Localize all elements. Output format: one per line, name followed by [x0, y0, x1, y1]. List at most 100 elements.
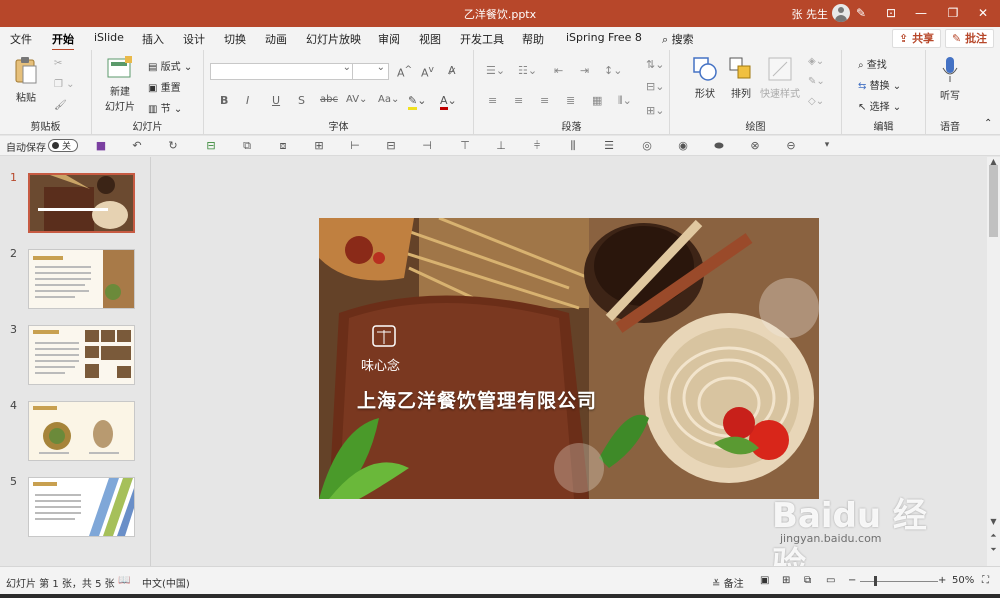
- quick-styles-button[interactable]: 快速样式: [758, 56, 802, 100]
- zoom-in-icon[interactable]: +: [938, 575, 946, 586]
- fit-slide-icon[interactable]: ⛶: [982, 575, 989, 586]
- align-bottom-icon[interactable]: ⊥: [494, 139, 508, 152]
- save-icon[interactable]: ■: [94, 139, 108, 152]
- tab-slideshow[interactable]: 幻灯片放映: [306, 31, 361, 47]
- zoom-slider-thumb[interactable]: [874, 576, 877, 586]
- reading-view-icon[interactable]: ⧉: [804, 575, 811, 586]
- restore-button[interactable]: ❐: [938, 0, 968, 27]
- normal-view-icon[interactable]: ▣: [760, 575, 769, 586]
- reset-button[interactable]: ▣ 重置: [148, 79, 181, 94]
- line-spacing-icon[interactable]: ↕⌄: [604, 64, 622, 77]
- align-middle-icon[interactable]: ⫩: [530, 139, 544, 152]
- select-button[interactable]: ↖ 选择 ⌄: [858, 98, 901, 113]
- align-right-icon[interactable]: ≡: [540, 94, 549, 107]
- numbering-icon[interactable]: ☷⌄: [518, 64, 537, 77]
- tab-review[interactable]: 审阅: [378, 31, 400, 47]
- thumbnail-item[interactable]: 4: [0, 399, 151, 465]
- font-size-combo[interactable]: [352, 62, 389, 80]
- distribute-icon[interactable]: ▦: [592, 94, 602, 107]
- distribute-vertical-icon[interactable]: ☰: [602, 139, 616, 152]
- tab-islide[interactable]: iSlide: [94, 31, 124, 44]
- increase-indent-icon[interactable]: ⇥: [580, 64, 589, 77]
- char-spacing-button[interactable]: AV⌄: [346, 94, 367, 105]
- dictate-button[interactable]: 听写: [936, 56, 964, 102]
- ribbon-display-icon[interactable]: ⊡: [876, 0, 906, 27]
- highlight-icon[interactable]: ✎⌄: [408, 94, 426, 110]
- close-button[interactable]: ✕: [968, 0, 998, 27]
- italic-button[interactable]: I: [246, 94, 249, 107]
- align-text-icon[interactable]: ⊟⌄: [646, 80, 664, 93]
- underline-button[interactable]: U: [272, 94, 280, 107]
- thumbnail-item[interactable]: 2: [0, 247, 151, 313]
- align-center-objects-icon[interactable]: ⊟: [384, 139, 398, 152]
- slide-thumbnail-5[interactable]: [28, 477, 135, 537]
- smartart-icon[interactable]: ⊞⌄: [646, 104, 664, 117]
- next-slide-icon[interactable]: ⏷: [988, 545, 999, 555]
- bullets-icon[interactable]: ☰⌄: [486, 64, 505, 77]
- ruler-icon[interactable]: ⊟: [204, 139, 218, 152]
- tab-view[interactable]: 视图: [419, 31, 441, 47]
- scroll-down-icon[interactable]: ▼: [988, 517, 999, 526]
- undo-icon[interactable]: ↶: [130, 139, 144, 152]
- group-icon[interactable]: ⧈: [276, 139, 290, 152]
- slide-thumbnail-1[interactable]: [28, 173, 135, 233]
- spellcheck-icon[interactable]: 📖: [118, 575, 130, 586]
- language-status[interactable]: 中文(中国): [142, 575, 190, 590]
- format-painter-icon[interactable]: 🖌: [54, 100, 67, 111]
- grow-font-button[interactable]: A^: [397, 64, 412, 80]
- comments-button[interactable]: ✎ 批注: [945, 29, 995, 48]
- copy-icon[interactable]: ❐ ⌄: [54, 79, 75, 90]
- arrange-button[interactable]: 排列: [726, 56, 756, 100]
- align-center-icon[interactable]: ≡: [514, 94, 523, 107]
- align-top-icon[interactable]: ⊤: [458, 139, 472, 152]
- text-direction-icon[interactable]: ⇅⌄: [646, 58, 664, 71]
- slideshow-icon[interactable]: ▭: [826, 575, 835, 586]
- shape-effects-icon[interactable]: ◇⌄: [808, 96, 824, 107]
- decrease-indent-icon[interactable]: ⇤: [554, 64, 563, 77]
- distribute-horizontal-icon[interactable]: ⫼: [566, 139, 580, 152]
- slide-thumbnail-2[interactable]: [28, 249, 135, 309]
- collapse-ribbon-icon[interactable]: ⌃: [984, 118, 992, 129]
- slide-thumbnail-4[interactable]: [28, 401, 135, 461]
- slide-thumbnail-3[interactable]: [28, 325, 135, 385]
- merge-shapes-union-icon[interactable]: ◎: [640, 139, 654, 152]
- align-right-objects-icon[interactable]: ⊣: [420, 139, 434, 152]
- tab-developer[interactable]: 开发工具: [460, 31, 504, 47]
- minimize-button[interactable]: —: [906, 0, 936, 27]
- merge-shapes-combine-icon[interactable]: ◉: [676, 139, 690, 152]
- tab-file[interactable]: 文件: [10, 31, 32, 47]
- thumbnail-item[interactable]: 3: [0, 323, 151, 389]
- tab-insert[interactable]: 插入: [142, 31, 164, 47]
- zoom-level[interactable]: 50%: [952, 575, 974, 586]
- zoom-slider-track[interactable]: [860, 581, 938, 582]
- autosave-toggle[interactable]: 关: [48, 139, 78, 152]
- section-button[interactable]: ▥ 节 ⌄: [148, 100, 182, 115]
- search-box[interactable]: ⌕ 搜索: [662, 31, 694, 47]
- replace-button[interactable]: ⇆ 替换 ⌄: [858, 77, 901, 92]
- redo-icon[interactable]: ↻: [166, 139, 180, 152]
- clear-format-icon[interactable]: A̷: [448, 64, 456, 77]
- tab-ispring[interactable]: iSpring Free 8: [566, 31, 642, 44]
- cut-icon[interactable]: ✂: [54, 58, 62, 69]
- user-name[interactable]: 张 先生: [792, 6, 829, 22]
- shrink-font-button[interactable]: Av: [421, 64, 434, 80]
- shape-outline-icon[interactable]: ✎⌄: [808, 76, 825, 87]
- current-slide[interactable]: 味心念 上海乙洋餐饮管理有限公司: [319, 218, 819, 499]
- zoom-out-icon[interactable]: −: [848, 575, 856, 586]
- ungroup-icon[interactable]: ⊞: [312, 139, 326, 152]
- tab-animations[interactable]: 动画: [265, 31, 287, 47]
- merge-shapes-fragment-icon[interactable]: ⬬: [712, 139, 726, 152]
- new-slide-button[interactable]: 新建 幻灯片: [100, 56, 140, 113]
- previous-slide-icon[interactable]: ⏶: [988, 531, 999, 541]
- scrollbar-thumb[interactable]: [989, 165, 998, 237]
- font-name-combo[interactable]: [210, 62, 355, 80]
- bold-button[interactable]: B: [220, 94, 228, 107]
- font-color-icon[interactable]: A⌄: [440, 94, 457, 110]
- company-title-text[interactable]: 上海乙洋餐饮管理有限公司: [357, 386, 597, 413]
- tab-help[interactable]: 帮助: [522, 31, 544, 47]
- paste-button[interactable]: 粘贴: [10, 56, 42, 104]
- screenshot-icon[interactable]: ⧉: [240, 139, 254, 152]
- strikethrough-button[interactable]: abc: [320, 94, 338, 105]
- tab-home[interactable]: 开始: [52, 31, 74, 52]
- shape-fill-icon[interactable]: ◈⌄: [808, 56, 824, 67]
